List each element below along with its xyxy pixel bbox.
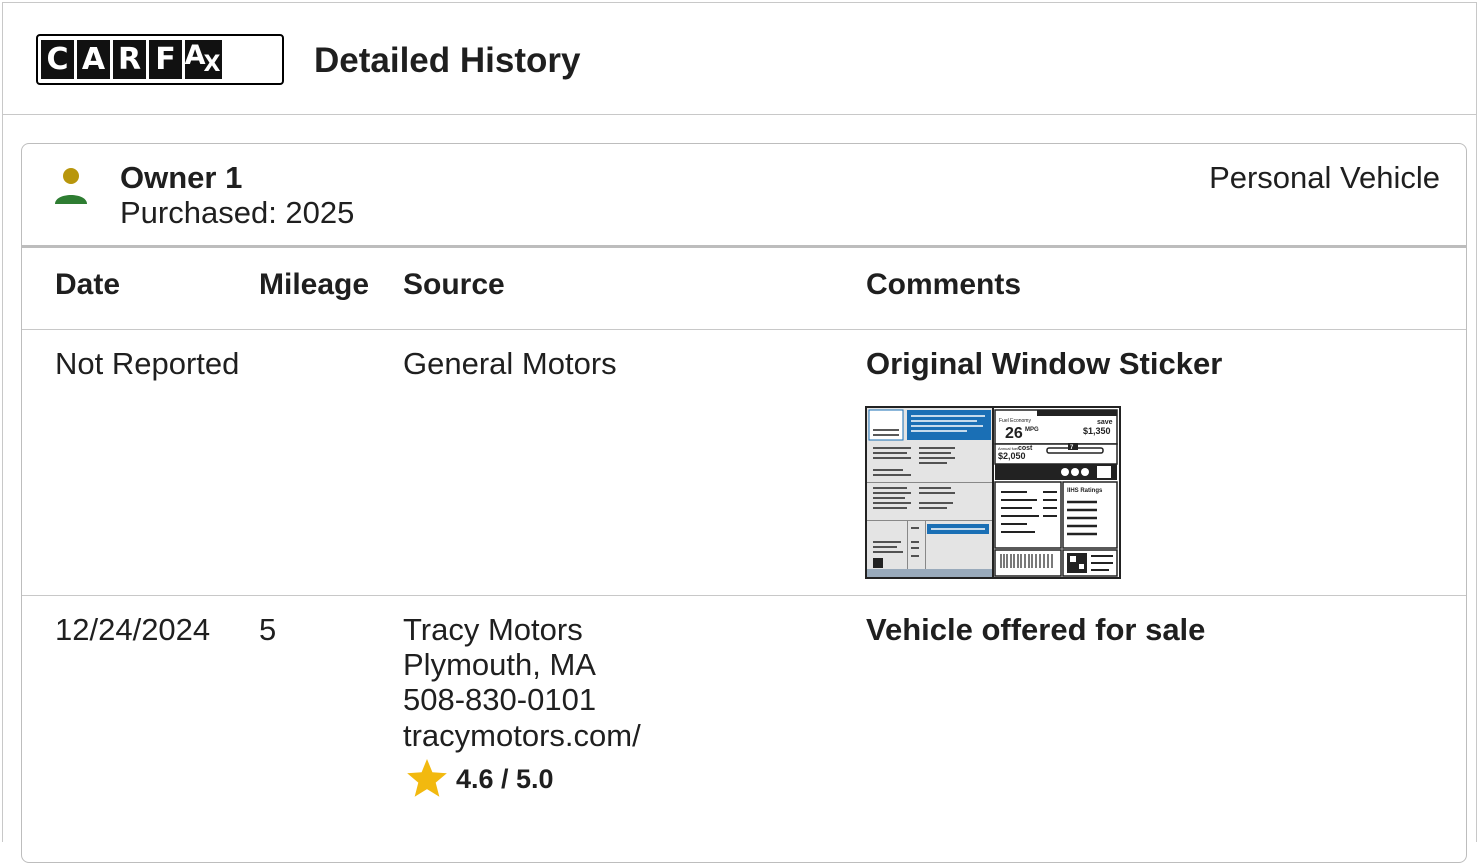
logo-letter: X	[203, 52, 221, 77]
divider	[22, 595, 1466, 596]
sticker-mpg-unit: MPG	[1025, 427, 1039, 433]
source-location: Plymouth, MA	[403, 647, 596, 682]
logo-letter: A	[184, 40, 206, 71]
sticker-save-label: save	[1097, 419, 1113, 426]
row-source: General Motors	[403, 346, 617, 381]
carfax-logo[interactable]: C A R F AX	[36, 34, 284, 85]
divider	[22, 329, 1466, 330]
page-title: Detailed History	[314, 41, 581, 80]
rating-value: 4.6 / 5.0	[456, 763, 554, 794]
owner-purchased: Purchased: 2025	[120, 195, 355, 230]
sticker-cost-value: $2,050	[998, 451, 1026, 461]
row-date: 12/24/2024	[55, 612, 211, 647]
logo-tile: A	[77, 40, 110, 79]
logo-tile: R	[113, 40, 146, 79]
logo-tile: AX	[185, 40, 222, 79]
dealer-rating[interactable]: 4.6 / 5.0	[406, 759, 554, 799]
person-icon	[55, 168, 87, 204]
vehicle-use-type: Personal Vehicle	[1209, 160, 1440, 195]
source-website-link[interactable]: tracymotors.com/	[403, 718, 641, 753]
column-header-source: Source	[403, 268, 505, 301]
fuel-economy-label: Fuel Economy	[999, 418, 1031, 424]
column-header-mileage: Mileage	[259, 268, 370, 301]
row-comment: Original Window Sticker	[866, 346, 1223, 381]
report-header: C A R F AX Detailed History	[3, 3, 1476, 115]
column-header-date: Date	[55, 268, 121, 301]
row-date: Not Reported	[55, 346, 240, 381]
report-frame: C A R F AX Detailed History Owner 1 Purc…	[2, 2, 1477, 863]
row-comment: Vehicle offered for sale	[866, 612, 1206, 647]
logo-tile: C	[41, 40, 74, 79]
source-phone[interactable]: 508-830-0101	[403, 682, 596, 717]
star-icon	[407, 759, 447, 797]
column-header-comments: Comments	[866, 268, 1022, 301]
owner-summary: Owner 1 Purchased: 2025 Personal Vehicle	[22, 144, 1466, 248]
window-sticker-thumbnail[interactable]: Fuel Economy 26 MPG save $1,350 Annual f…	[865, 406, 1121, 579]
sticker-save-value: $1,350	[1083, 426, 1111, 436]
owner-history-card: Owner 1 Purchased: 2025 Personal Vehicle…	[21, 143, 1467, 863]
sticker-mpg: 26	[1005, 425, 1023, 442]
logo-tile: F	[149, 40, 182, 79]
row-mileage: 5	[259, 612, 277, 647]
source-name: Tracy Motors	[403, 612, 583, 647]
owner-name: Owner 1	[120, 160, 243, 195]
sticker-ratings-label: IIHS Ratings	[1067, 488, 1103, 494]
